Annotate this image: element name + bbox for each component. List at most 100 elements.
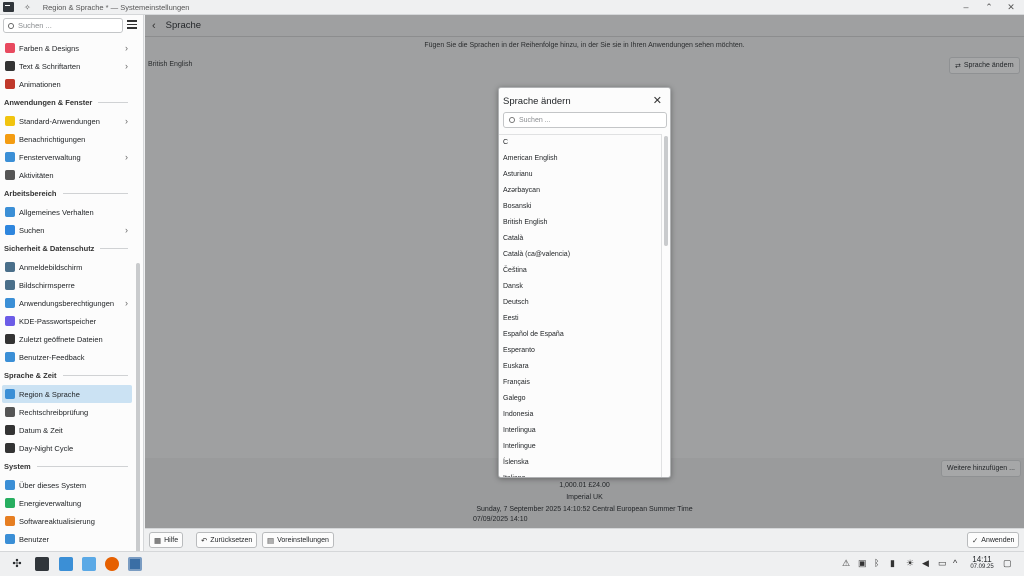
minimize-button[interactable]: –	[960, 2, 972, 12]
sidebar-item[interactable]: Anmeldebildschirm	[0, 258, 136, 276]
language-list-item[interactable]: Íslenska	[499, 455, 661, 471]
tray-expand-icon[interactable]: ^	[953, 558, 957, 568]
sidebar-item[interactable]: Benutzer-Feedback	[0, 348, 136, 366]
sidebar-scrollbar[interactable]	[136, 263, 140, 553]
sidebar-search-input[interactable]: Suchen ...	[3, 18, 123, 33]
language-list-item[interactable]: C	[499, 135, 661, 151]
app-launcher-icon[interactable]: ✣	[10, 557, 24, 571]
apply-button[interactable]: ✓ Anwenden	[967, 532, 1020, 548]
sidebar-item-label: Benachrichtigungen	[19, 134, 86, 144]
language-list-item[interactable]: Eesti	[499, 311, 661, 327]
hamburger-menu-icon[interactable]	[127, 20, 137, 30]
back-button[interactable]: ‹	[152, 20, 156, 32]
clipboard-icon[interactable]: ▣	[858, 558, 867, 569]
sidebar-item[interactable]: Fensterverwaltung ›	[0, 148, 136, 166]
sidebar-item[interactable]: Aktivitäten	[0, 166, 136, 184]
reset-button[interactable]: ↶ Zurücksetzen	[196, 532, 258, 548]
window-icon	[5, 152, 15, 162]
language-list-item[interactable]: Deutsch	[499, 295, 661, 311]
file-manager-icon[interactable]	[82, 557, 96, 571]
system-settings-taskbar-icon[interactable]	[35, 557, 49, 571]
sidebar-item-label: Suchen	[19, 225, 45, 235]
brightness-icon[interactable]: ☀	[906, 558, 914, 569]
defaults-button[interactable]: ▤ Voreinstellungen	[262, 532, 334, 548]
help-button[interactable]: ▦ Hilfe	[149, 532, 184, 548]
volume-icon[interactable]: ◀	[922, 558, 929, 569]
close-icon[interactable]: ✕	[653, 94, 662, 107]
sidebar-item-label: Benutzer	[19, 534, 50, 544]
removable-device-icon[interactable]: ▮	[890, 558, 895, 569]
clock[interactable]: 14:11 07.09.25	[967, 555, 997, 570]
language-list-item[interactable]: British English	[499, 215, 661, 231]
add-more-label: Weitere hinzufügen ...	[947, 465, 1015, 472]
sidebar-item[interactable]: Allgemeines Verhalten	[0, 203, 136, 221]
language-list-item[interactable]: Indonesia	[499, 407, 661, 423]
update-icon	[5, 516, 15, 526]
language-list-item[interactable]: Català	[499, 231, 661, 247]
language-list-item[interactable]: Esperanto	[499, 343, 661, 359]
bell-icon	[5, 134, 15, 144]
language-list-item[interactable]: Français	[499, 375, 661, 391]
sidebar-item[interactable]: Region & Sprache	[2, 385, 132, 403]
sidebar-item[interactable]: Text & Schriftarten ›	[0, 57, 136, 75]
change-language-button[interactable]: ⇄ Sprache ändern	[949, 57, 1020, 74]
sidebar-item[interactable]: Suchen ›	[0, 221, 136, 239]
spellcheck-icon	[5, 407, 15, 417]
sidebar-item-label: Farben & Designs	[19, 43, 80, 53]
close-window-button[interactable]: ✕	[1005, 2, 1017, 13]
language-list-item[interactable]: Euskara	[499, 359, 661, 375]
sidebar-item[interactable]: Softwareaktualisierung	[0, 512, 136, 530]
language-list-item[interactable]: American English	[499, 151, 661, 167]
sidebar-item[interactable]: Datum & Zeit	[0, 421, 136, 439]
sidebar-item[interactable]: Standard-Anwendungen ›	[0, 112, 136, 130]
sidebar-section-label: Arbeitsbereich	[4, 189, 57, 198]
dialog-search-input[interactable]: Suchen ...	[503, 112, 667, 128]
swap-arrows-icon: ⇄	[955, 62, 961, 70]
dialog-title: Sprache ändern	[503, 96, 571, 107]
help-label: Hilfe	[164, 536, 179, 544]
language-list-item[interactable]: Bosanski	[499, 199, 661, 215]
bluetooth-icon[interactable]: ᛒ	[874, 558, 879, 568]
sidebar-item[interactable]: Benutzer	[0, 530, 136, 548]
active-window-icon[interactable]	[128, 557, 142, 571]
show-desktop-icon[interactable]: ▢	[1003, 558, 1012, 569]
display-icon[interactable]: ▭	[938, 558, 947, 569]
sidebar-item-label: Rechtschreibprüfung	[19, 407, 89, 417]
language-list-item[interactable]: Interlingue	[499, 439, 661, 455]
sidebar-item[interactable]: Benachrichtigungen	[0, 130, 136, 148]
pin-icon[interactable]: ✧	[24, 3, 31, 12]
dialog-scrollbar[interactable]	[664, 136, 668, 246]
language-list-item[interactable]: Galego	[499, 391, 661, 407]
sidebar-item[interactable]: Energieverwaltung	[0, 494, 136, 512]
sidebar-item[interactable]: Animationen	[0, 75, 136, 93]
update-notifier-icon[interactable]: ⚠	[842, 558, 850, 569]
sidebar-section-label: Sprache & Zeit	[4, 371, 57, 380]
sidebar-item[interactable]: Bildschirmsperre	[0, 276, 136, 294]
language-list-item[interactable]: Dansk	[499, 279, 661, 295]
language-list-item[interactable]: Asturianu	[499, 167, 661, 183]
language-list-item[interactable]: Čeština	[499, 263, 661, 279]
search-icon	[509, 117, 515, 123]
sidebar-item[interactable]: Über dieses System	[0, 476, 136, 494]
language-list-item[interactable]: Italiano	[499, 471, 661, 477]
language-list-item[interactable]: Català (ca@valencia)	[499, 247, 661, 263]
language-list-item[interactable]: Interlingua	[499, 423, 661, 439]
firefox-icon[interactable]	[105, 557, 119, 571]
sidebar-item[interactable]: Day-Night Cycle	[0, 439, 136, 457]
dialog-list-divider	[661, 134, 662, 477]
sidebar-item[interactable]: Anwendungsberechtigungen ›	[0, 294, 136, 312]
maximize-button[interactable]: ⌃	[983, 2, 995, 13]
discover-store-icon[interactable]	[59, 557, 73, 571]
sidebar-search-placeholder: Suchen ...	[18, 21, 52, 30]
sidebar-item[interactable]: Zuletzt geöffnete Dateien	[0, 330, 136, 348]
terminal-app-icon[interactable]	[3, 2, 14, 12]
add-more-button[interactable]: Weitere hinzufügen ...	[941, 460, 1021, 477]
sidebar-item-label: Bildschirmsperre	[19, 280, 75, 290]
short-date-preview: 07/09/2025 14:10	[473, 516, 528, 523]
sidebar-item[interactable]: Farben & Designs ›	[0, 39, 136, 57]
sidebar-item[interactable]: Rechtschreibprüfung	[0, 403, 136, 421]
language-list-item[interactable]: Azərbaycan	[499, 183, 661, 199]
language-list-item[interactable]: Español de España	[499, 327, 661, 343]
sidebar-item-label: Anwendungsberechtigungen	[19, 298, 115, 308]
sidebar-item[interactable]: KDE-Passwortspeicher	[0, 312, 136, 330]
